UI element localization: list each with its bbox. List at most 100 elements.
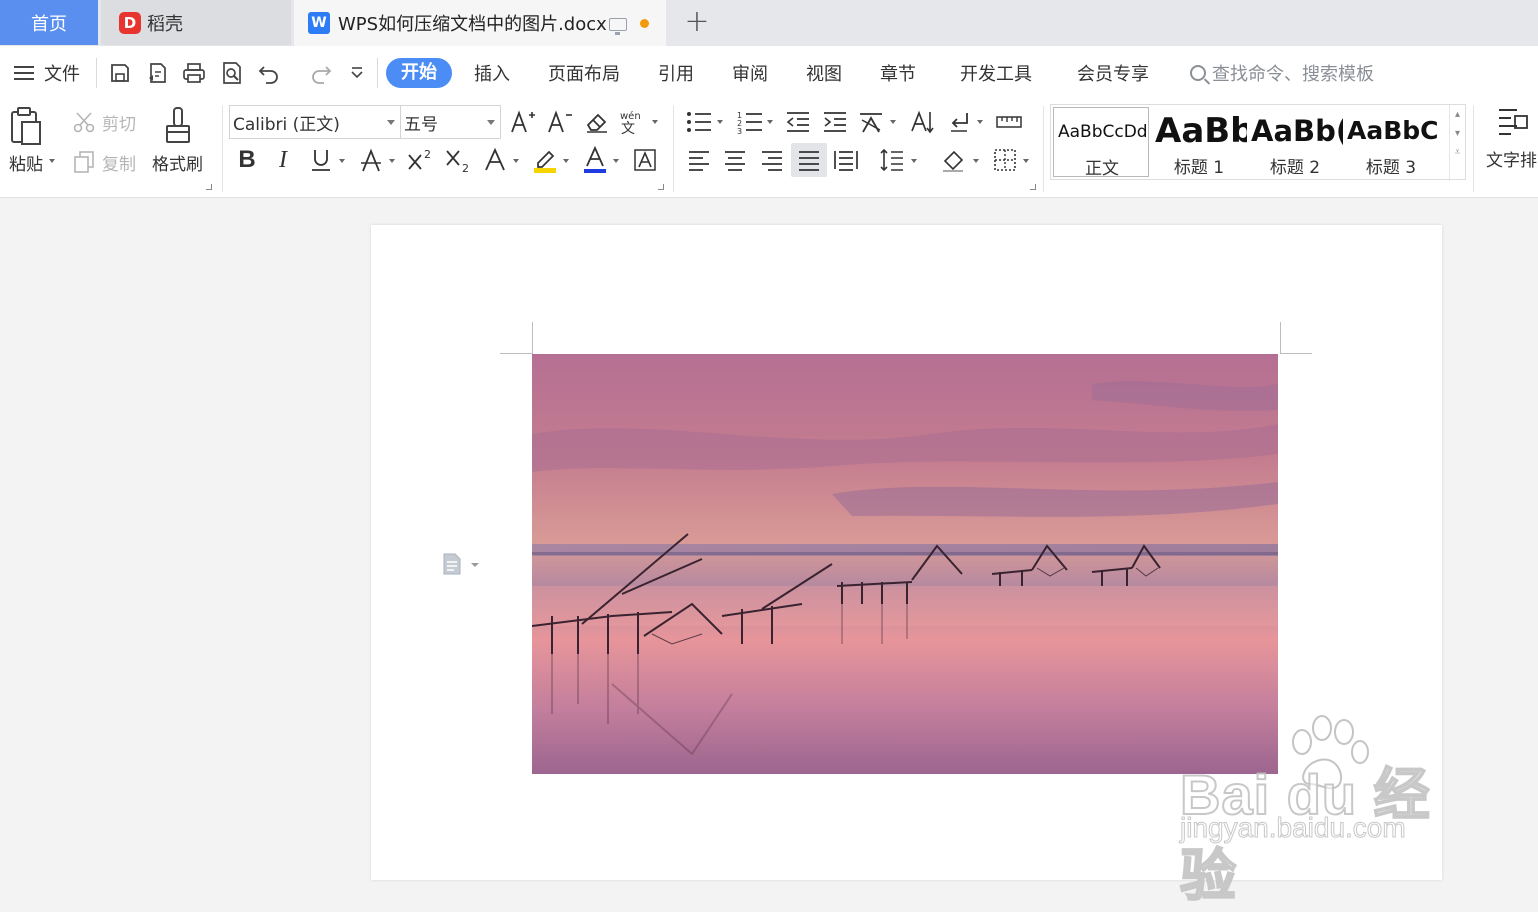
underline-dropdown-icon[interactable]	[339, 159, 345, 163]
tab-home[interactable]: 首页	[0, 0, 98, 45]
phonetic-dropdown-icon[interactable]	[652, 120, 658, 124]
font-color-icon[interactable]	[580, 145, 610, 175]
redo-icon[interactable]	[308, 60, 334, 86]
grow-font-icon[interactable]	[508, 107, 538, 137]
phonetic-guide-icon[interactable]: wén 文	[618, 107, 648, 137]
print-icon[interactable]	[181, 60, 207, 86]
daoke-logo-icon: D	[119, 11, 141, 34]
paste-dropdown-icon[interactable]	[49, 159, 55, 163]
watermark-line-2: jingyan.baidu.com	[1180, 812, 1407, 844]
svg-text:文: 文	[621, 121, 635, 135]
style-normal[interactable]: AaBbCcDd 正文	[1053, 107, 1149, 177]
subscript-icon[interactable]: 2	[443, 145, 473, 175]
bold-icon[interactable]: B	[232, 145, 262, 175]
style-heading-1[interactable]: AaBb 标题 1	[1151, 107, 1247, 177]
highlight-dropdown-icon[interactable]	[563, 159, 569, 163]
tab-document[interactable]: W WPS如何压缩文档中的图片.docx	[294, 0, 666, 46]
paragraph-options-icon[interactable]	[442, 553, 482, 575]
sort-icon[interactable]	[907, 107, 937, 137]
svg-text:3: 3	[737, 127, 742, 134]
clear-format-icon[interactable]	[582, 107, 612, 137]
chevron-down-icon	[387, 120, 395, 125]
menu-review[interactable]: 审阅	[732, 60, 768, 86]
export-pdf-icon[interactable]	[145, 60, 171, 86]
borders-icon[interactable]	[990, 145, 1020, 175]
character-border-icon[interactable]	[630, 145, 660, 175]
chinese-layout-icon[interactable]	[857, 107, 887, 137]
undo-icon[interactable]	[256, 60, 282, 86]
increase-indent-icon[interactable]	[820, 107, 850, 137]
strikethrough-dropdown-icon[interactable]	[389, 159, 395, 163]
search-command-box[interactable]: 查找命令、搜索模板	[1190, 60, 1374, 86]
tab-daoke[interactable]: D 稻壳	[101, 0, 291, 45]
style-gallery-scroll[interactable]: ▴ ▾ ⩡	[1449, 105, 1465, 181]
align-center-icon[interactable]	[720, 145, 750, 175]
customize-toolbar-icon[interactable]	[344, 60, 370, 86]
menu-page-layout[interactable]: 页面布局	[548, 60, 620, 86]
menu-developer[interactable]: 开发工具	[960, 60, 1032, 86]
clipboard-dialog-launcher[interactable]	[206, 184, 212, 190]
chinese-layout-dropdown-icon[interactable]	[890, 120, 896, 124]
distributed-align-icon[interactable]	[831, 145, 861, 175]
show-hide-marks-icon[interactable]	[945, 107, 975, 137]
shading-icon[interactable]	[940, 145, 970, 175]
format-painter-button[interactable]: 格式刷	[152, 106, 203, 175]
numbering-icon[interactable]: 123	[735, 107, 765, 137]
menu-member[interactable]: 会员专享	[1077, 60, 1149, 86]
print-preview-icon[interactable]	[219, 60, 245, 86]
chevron-up-icon[interactable]: ▴	[1450, 109, 1465, 120]
tab-document-label: WPS如何压缩文档中的图片.docx	[338, 14, 607, 35]
screen-share-icon[interactable]	[608, 17, 627, 35]
text-effect-dropdown-icon[interactable]	[513, 159, 519, 163]
menu-file[interactable]: 文件	[14, 60, 80, 86]
align-right-icon[interactable]	[757, 145, 787, 175]
crop-mark	[500, 353, 532, 354]
marks-dropdown-icon[interactable]	[977, 120, 983, 124]
line-spacing-dropdown-icon[interactable]	[911, 159, 917, 163]
italic-icon[interactable]: I	[268, 145, 298, 175]
save-icon[interactable]	[107, 60, 133, 86]
wps-writer-icon: W	[308, 12, 330, 34]
bullets-icon[interactable]	[684, 107, 714, 137]
menu-references[interactable]: 引用	[658, 60, 694, 86]
chevron-down-icon	[487, 120, 495, 125]
menu-insert[interactable]: 插入	[474, 60, 510, 86]
align-left-icon[interactable]	[684, 145, 714, 175]
text-effect-icon[interactable]	[480, 145, 510, 175]
superscript-icon[interactable]: 2	[405, 145, 435, 175]
tab-home-label: 首页	[31, 13, 67, 35]
justify-icon[interactable]	[791, 143, 827, 177]
paste-button[interactable]: 粘贴	[8, 106, 44, 175]
cut-button[interactable]: 剪切	[72, 108, 136, 136]
chevron-down-icon[interactable]: ▾	[1450, 128, 1465, 139]
menu-section[interactable]: 章节	[880, 60, 916, 86]
shrink-font-icon[interactable]	[545, 107, 575, 137]
unsaved-indicator	[640, 19, 649, 28]
highlight-icon[interactable]	[530, 145, 560, 175]
new-tab-button[interactable]: +	[683, 6, 711, 40]
paragraph-dialog-launcher[interactable]	[1030, 184, 1036, 190]
decrease-indent-icon[interactable]	[783, 107, 813, 137]
copy-button[interactable]: 复制	[72, 148, 136, 176]
menu-home[interactable]: 开始	[386, 58, 452, 88]
font-dialog-launcher[interactable]	[658, 184, 664, 190]
font-name-select[interactable]: Calibri (正文)	[229, 105, 401, 139]
strikethrough-icon[interactable]	[356, 145, 386, 175]
table-ruler-icon[interactable]	[994, 107, 1024, 137]
underline-icon[interactable]	[306, 145, 336, 175]
style-heading-2[interactable]: AaBb( 标题 2	[1247, 107, 1343, 177]
style-heading-3[interactable]: AaBbC( 标题 3	[1343, 107, 1439, 177]
expand-gallery-icon[interactable]: ⩡	[1450, 147, 1465, 158]
numbering-dropdown-icon[interactable]	[767, 120, 773, 124]
menu-bar: 文件 开始 插入 页面布局 引用 审阅 视图 章节 开发工具 会员专享 查找命令…	[0, 46, 1538, 121]
line-spacing-icon[interactable]	[877, 145, 907, 175]
borders-dropdown-icon[interactable]	[1023, 159, 1029, 163]
bullets-dropdown-icon[interactable]	[717, 120, 723, 124]
menu-view[interactable]: 视图	[806, 60, 842, 86]
document-image[interactable]	[532, 354, 1278, 774]
font-color-dropdown-icon[interactable]	[613, 159, 619, 163]
shading-dropdown-icon[interactable]	[973, 159, 979, 163]
font-size-select[interactable]: 五号	[400, 105, 501, 139]
text-layout-button[interactable]: 文字排	[1486, 106, 1537, 171]
cut-label: 剪切	[102, 114, 136, 135]
